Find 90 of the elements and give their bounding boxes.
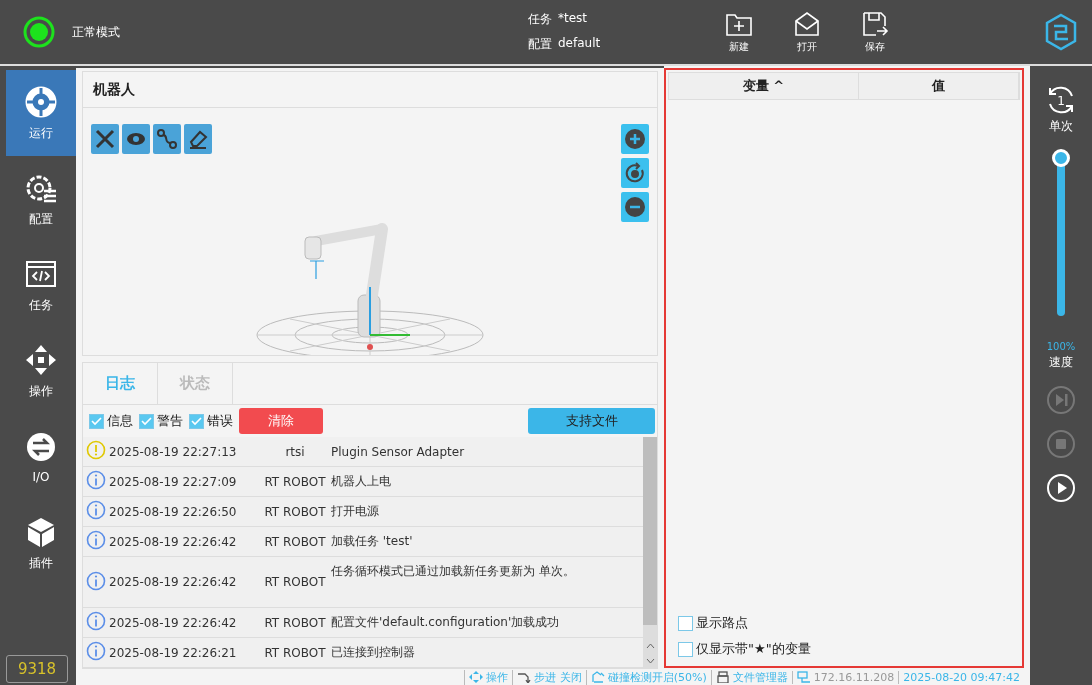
stop-icon: [1046, 429, 1076, 459]
new-button[interactable]: 新建: [718, 10, 760, 54]
target-icon: [24, 84, 58, 119]
info-icon: [86, 500, 106, 520]
log-time: 2025-08-19 22:26:21: [109, 645, 238, 660]
filter-checkbox[interactable]: [189, 413, 204, 429]
log-message: 加载任务 'test': [331, 533, 414, 550]
counter-display: 9318: [6, 655, 68, 683]
log-source: RT ROBOT: [263, 615, 327, 630]
log-source: rtsi: [284, 444, 306, 459]
info-icon: [86, 641, 106, 661]
link-path-icon: [156, 128, 178, 150]
speed-label: 速度: [1049, 354, 1073, 371]
loop-mode-label: 单次: [1049, 118, 1073, 135]
zoom-control-button[interactable]: [621, 192, 649, 222]
task-label: 任务: [528, 11, 552, 28]
filter-checkbox[interactable]: [139, 413, 154, 429]
warning-icon: [86, 440, 106, 460]
log-message: Plugin Sensor Adapter: [331, 444, 466, 459]
view-tool-button[interactable]: [153, 124, 181, 154]
nav-item[interactable]: 配置: [6, 156, 76, 242]
zoom-out-icon: [624, 196, 646, 218]
filter-checkbox[interactable]: [89, 413, 104, 429]
log-message: 机器人上电: [331, 473, 392, 490]
envelope-icon: [793, 10, 821, 37]
speed-reading: 100%: [1046, 341, 1076, 352]
nav-item[interactable]: 运行: [6, 70, 76, 156]
logo-icon: [1044, 13, 1078, 51]
exchange-arrows-icon: [24, 430, 58, 464]
log-time: 2025-08-19 22:27:13: [109, 444, 238, 459]
skip-icon: [1046, 385, 1076, 415]
mode-label: 正常模式: [72, 23, 120, 41]
nav-item[interactable]: 插件: [6, 500, 76, 586]
nav-item[interactable]: 操作: [6, 328, 76, 414]
network-icon: [796, 671, 811, 683]
log-time: 2025-08-19 22:26:42: [109, 575, 238, 589]
support-file-button[interactable]: 支持文件: [528, 408, 655, 434]
rotate-icon: [624, 162, 646, 184]
log-time: 2025-08-19 22:27:09: [109, 474, 238, 489]
log-time: 2025-08-19 22:26:42: [109, 615, 238, 630]
zoom-control-button[interactable]: [621, 158, 649, 188]
log-source: RT ROBOT: [263, 645, 327, 660]
nav-item[interactable]: I/O: [6, 414, 76, 500]
column-header[interactable]: 变量 ^: [669, 73, 859, 99]
log-message: 已连接到控制器: [331, 644, 416, 661]
log-source: RT ROBOT: [263, 504, 327, 519]
info-icon: [86, 470, 106, 490]
log-time: 2025-08-19 22:26:42: [109, 534, 238, 549]
log-source: RT ROBOT: [263, 575, 327, 589]
filter-label: 警告: [157, 412, 183, 430]
log-message: 配置文件'default.configuration'加载成功: [331, 614, 561, 631]
view-tool-button[interactable]: [122, 124, 150, 154]
clear-button[interactable]: 清除: [239, 408, 323, 434]
config-name: default: [558, 36, 602, 52]
log-source: RT ROBOT: [263, 534, 327, 549]
scrollbar[interactable]: [643, 437, 657, 668]
chevron-down-icon: [645, 657, 655, 664]
view-tool-button[interactable]: [91, 124, 119, 154]
view-tool-button[interactable]: [184, 124, 212, 154]
play-button[interactable]: [1046, 473, 1076, 503]
info-icon: [86, 611, 106, 631]
zoom-in-icon: [624, 128, 646, 150]
open-button[interactable]: 打开: [786, 10, 828, 54]
panel-title: 机器人: [83, 72, 657, 108]
zoom-control-button[interactable]: [621, 124, 649, 154]
step-arrow-icon: [517, 671, 532, 683]
status-indicator-icon: [22, 15, 56, 49]
save-icon: [861, 10, 889, 37]
play-icon: [1046, 473, 1076, 503]
task-name: *test: [558, 11, 589, 27]
config-label: 配置: [528, 36, 552, 53]
filter-label: 信息: [107, 412, 133, 430]
info-icon: [86, 530, 106, 550]
log-message: 任务循环模式已通过加载新任务更新为 单次。: [331, 563, 576, 580]
log-message: 打开电源: [331, 503, 380, 520]
info-icon: [86, 570, 106, 591]
filter-label: 错误: [207, 412, 233, 430]
save-button[interactable]: 保存: [854, 10, 896, 54]
option-checkbox[interactable]: [678, 615, 693, 631]
log-source: RT ROBOT: [263, 474, 327, 489]
chevron-up-icon: [645, 642, 655, 649]
move-arrows-icon: [469, 671, 484, 683]
column-header[interactable]: 值: [859, 73, 1019, 99]
log-time: 2025-08-19 22:26:50: [109, 504, 238, 519]
eraser-icon: [187, 128, 209, 150]
nav-item[interactable]: 任务: [6, 242, 76, 328]
option-checkbox[interactable]: [678, 641, 693, 657]
option-label: 仅显示带"★"的变量: [696, 640, 811, 658]
loop-count: 1: [1057, 94, 1065, 108]
option-label: 显示路点: [696, 614, 748, 632]
